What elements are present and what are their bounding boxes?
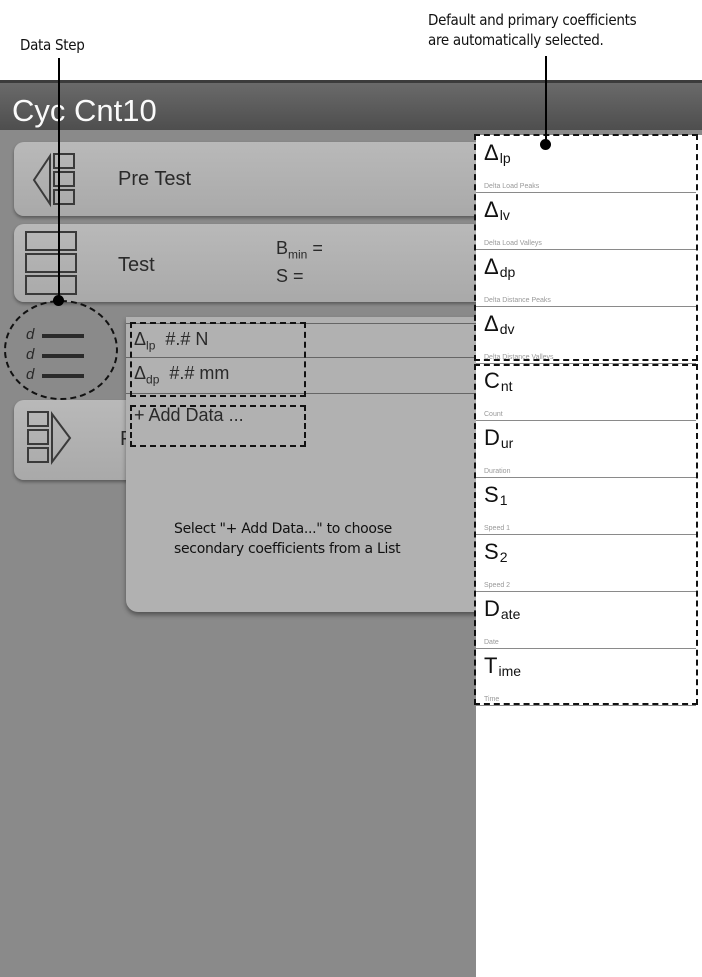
bmin-label: Bmin =: [276, 238, 323, 262]
bmin-equals: =: [307, 238, 323, 258]
default-coefficients-leader-line: [545, 56, 547, 144]
data-step-highlight-circle: [4, 300, 118, 400]
primary-coefficients-outline: [474, 364, 698, 705]
bmin-symbol: B: [276, 238, 289, 258]
data-step-leader-dot: [53, 295, 64, 306]
default-coefficients-annotation-line-1: Default and primary coefficients: [428, 11, 637, 29]
post-test-step-icon: [27, 411, 72, 465]
pre-test-label: Pre Test: [118, 168, 191, 190]
add-data-hint: Select "+ Add Data..." to choose seconda…: [174, 519, 401, 559]
default-coefficients-leader-dot: [540, 139, 551, 150]
default-coefficients-annotation: Default and primary coefficients are aut…: [428, 10, 637, 50]
selected-data-outline: [130, 322, 306, 397]
data-step-annotation: Data Step: [20, 36, 85, 54]
step-pre-test[interactable]: Pre Test: [14, 142, 514, 216]
pre-test-step-icon: [32, 152, 75, 208]
step-test[interactable]: Test Bmin = S =: [14, 224, 514, 302]
s-label: S =: [276, 266, 304, 286]
default-coefficients-annotation-line-2: are automatically selected.: [428, 31, 604, 49]
add-data-hint-line-1: Select "+ Add Data..." to choose: [174, 521, 392, 537]
default-coefficients-outline: [474, 134, 698, 361]
test-step-icon: [25, 231, 77, 295]
title-bar: Cyc Cnt10: [0, 80, 702, 130]
add-data-hint-line-2: secondary coefficients from a List: [174, 541, 401, 557]
test-label: Test: [118, 254, 155, 276]
add-data-outline: [130, 405, 306, 447]
data-step-leader-line: [58, 58, 60, 300]
bmin-subscript: min: [288, 247, 308, 262]
app-title: Cyc Cnt10: [12, 93, 157, 128]
